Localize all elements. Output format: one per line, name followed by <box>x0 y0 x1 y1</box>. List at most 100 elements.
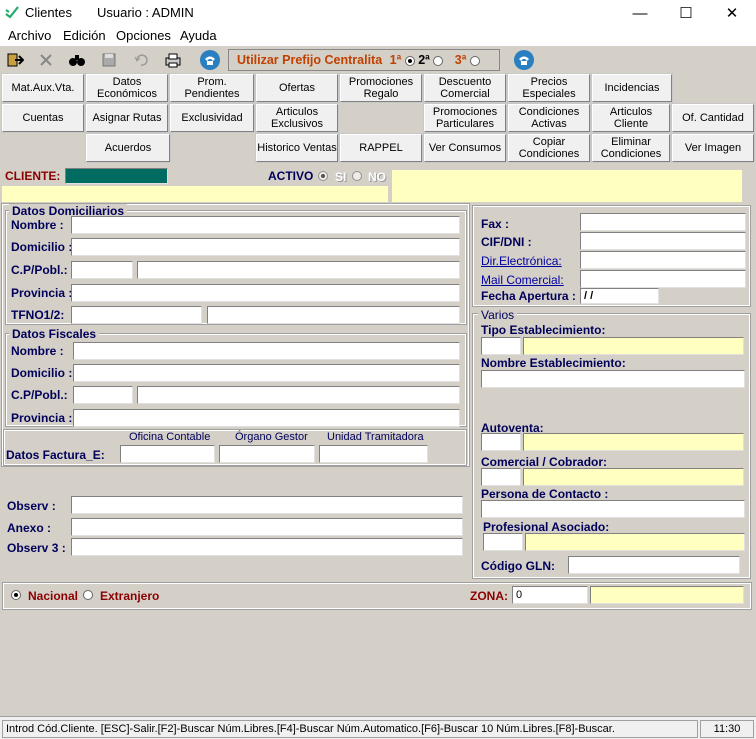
autoventa-code[interactable] <box>481 433 521 451</box>
factura-oficina-input[interactable] <box>120 445 215 463</box>
status-bar: Introd Cód.Cliente. [ESC]-Salir.[F2]-Bus… <box>0 716 756 739</box>
tipo-establecimiento-desc <box>523 337 744 355</box>
btn-asignar-rutas[interactable]: Asignar Rutas <box>85 103 169 133</box>
nacional-radio[interactable] <box>11 590 21 600</box>
nombre-establecimiento-input[interactable] <box>481 370 745 388</box>
zona-input[interactable]: 0 <box>512 586 588 604</box>
btn-cuentas[interactable]: Cuentas <box>1 103 85 133</box>
factura-organo-label: Órgano Gestor <box>235 431 308 443</box>
btn-articulos-exclusivos[interactable]: Articulos Exclusivos <box>255 103 339 133</box>
dom-domicilio-input[interactable] <box>71 238 460 256</box>
app-icon <box>5 6 19 19</box>
activo-si-radio[interactable] <box>318 171 328 181</box>
dom-tfno2-input[interactable] <box>207 306 460 324</box>
menu-opciones[interactable]: Opciones <box>116 28 171 43</box>
btn-promociones-regalo[interactable]: Promociones Regalo <box>339 73 423 103</box>
menu-edicion[interactable]: Edición <box>63 28 106 43</box>
cliente-code-input[interactable] <box>65 168 168 184</box>
btn-copiar-condiciones[interactable]: Copiar Condiciones <box>507 133 591 163</box>
profesional-asociado-code[interactable] <box>483 533 523 551</box>
dom-cp-label: C.P/Pobl.: <box>11 263 68 277</box>
close-button[interactable]: ✕ <box>709 0 755 26</box>
btn-articulos-cliente[interactable]: Articulos Cliente <box>591 103 671 133</box>
btn-promociones-particulares[interactable]: Promociones Particulares <box>423 103 507 133</box>
btn-exclusividad[interactable]: Exclusividad <box>169 103 255 133</box>
mail-comercial-link[interactable]: Mail Comercial: <box>481 273 564 287</box>
prefijo-radio-1[interactable] <box>404 55 415 66</box>
delete-icon[interactable] <box>33 48 59 72</box>
maximize-button[interactable]: ☐ <box>663 0 709 26</box>
dom-tfno-label: TFNO1/2: <box>11 308 65 322</box>
cliente-info-display-2 <box>392 186 742 202</box>
cif-input[interactable] <box>580 232 746 250</box>
prefijo-opt2-label: 2ª <box>418 53 430 67</box>
btn-prom-pendientes[interactable]: Prom. Pendientes <box>169 73 255 103</box>
observ-input[interactable] <box>71 496 463 514</box>
status-text: Introd Cód.Cliente. [ESC]-Salir.[F2]-Bus… <box>2 720 698 738</box>
fis-domicilio-input[interactable] <box>73 364 460 382</box>
activo-no-radio[interactable] <box>352 171 362 181</box>
phone-icon-2[interactable] <box>509 48 539 72</box>
comercial-cobrador-label: Comercial / Cobrador: <box>481 455 608 469</box>
btn-mat-aux-vta[interactable]: Mat.Aux.Vta. <box>1 73 85 103</box>
factura-unidad-input[interactable] <box>319 445 428 463</box>
observ3-input[interactable] <box>71 538 463 556</box>
factura-organo-input[interactable] <box>219 445 315 463</box>
minimize-button[interactable]: — <box>617 0 663 26</box>
tipo-establecimiento-code[interactable] <box>481 337 521 355</box>
dir-electronica-link[interactable]: Dir.Electrónica: <box>481 254 562 268</box>
fis-cp-input[interactable] <box>73 386 133 404</box>
toolbar: Utilizar Prefijo Centralita 1ª 2ª 3ª <box>0 46 756 74</box>
btn-incidencias[interactable]: Incidencias <box>591 73 673 103</box>
dom-cp-input[interactable] <box>71 261 133 279</box>
btn-historico-ventas[interactable]: Historico Ventas <box>255 133 339 163</box>
fis-poblacion-input[interactable] <box>137 386 460 404</box>
comercial-cobrador-desc <box>523 468 744 486</box>
prefijo-radio-2[interactable] <box>433 55 444 66</box>
fis-provincia-input[interactable] <box>73 409 460 427</box>
extranjero-radio[interactable] <box>83 590 93 600</box>
btn-condiciones-activas[interactable]: Condiciones Activas <box>507 103 591 133</box>
comercial-cobrador-code[interactable] <box>481 468 521 486</box>
btn-descuento-comercial[interactable]: Descuento Comercial <box>423 73 507 103</box>
anexo-input[interactable] <box>71 518 463 536</box>
profesional-asociado-desc <box>525 533 745 551</box>
activo-no-label: NO <box>368 170 386 184</box>
prefijo-label: Utilizar Prefijo Centralita <box>237 53 383 67</box>
persona-contacto-input[interactable] <box>481 500 745 518</box>
dom-provincia-label: Provincia : <box>11 286 73 300</box>
dom-nombre-input[interactable] <box>71 216 460 234</box>
fis-nombre-input[interactable] <box>73 342 460 360</box>
binoculars-icon[interactable] <box>64 48 90 72</box>
menu-archivo[interactable]: Archivo <box>8 28 51 43</box>
fax-input[interactable] <box>580 213 746 231</box>
dir-electronica-input[interactable] <box>580 251 746 269</box>
btn-eliminar-condiciones[interactable]: Eliminar Condiciones <box>591 133 671 163</box>
btn-of-cantidad[interactable]: Of. Cantidad <box>671 103 755 133</box>
btn-precios-especiales[interactable]: Precios Especiales <box>507 73 591 103</box>
dom-tfno1-input[interactable] <box>71 306 202 324</box>
dom-poblacion-input[interactable] <box>137 261 460 279</box>
btn-acuerdos[interactable]: Acuerdos <box>85 133 171 163</box>
btn-rappel[interactable]: RAPPEL <box>339 133 423 163</box>
gln-input[interactable] <box>568 556 740 574</box>
extranjero-label: Extranjero <box>100 589 160 603</box>
save-icon[interactable] <box>96 48 122 72</box>
factura-oficina-label: Oficina Contable <box>129 431 211 443</box>
phone-icon[interactable] <box>197 48 223 72</box>
prefijo-radio-3[interactable] <box>469 55 480 66</box>
btn-ofertas[interactable]: Ofertas <box>255 73 339 103</box>
print-icon[interactable] <box>160 48 186 72</box>
menu-ayuda[interactable]: Ayuda <box>180 28 217 43</box>
undo-icon[interactable] <box>128 48 154 72</box>
user-label: Usuario : ADMIN <box>97 5 194 20</box>
btn-datos-economicos[interactable]: Datos Económicos <box>85 73 169 103</box>
dom-provincia-input[interactable] <box>71 284 460 302</box>
fecha-apertura-input[interactable]: / / <box>580 288 659 304</box>
mail-comercial-input[interactable] <box>580 270 746 288</box>
btn-ver-imagen[interactable]: Ver Imagen <box>671 133 755 163</box>
exit-icon[interactable] <box>2 48 28 72</box>
tipo-establecimiento-label: Tipo Establecimiento: <box>481 323 606 337</box>
nacional-label: Nacional <box>28 589 79 603</box>
btn-ver-consumos[interactable]: Ver Consumos <box>423 133 507 163</box>
